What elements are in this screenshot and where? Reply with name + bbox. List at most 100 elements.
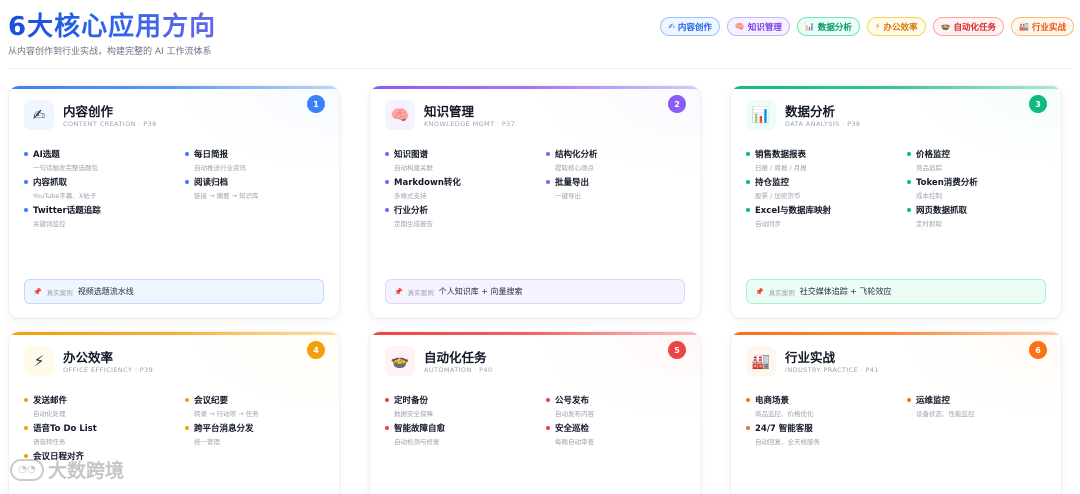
feature-item[interactable]: 价格监控 竞品追踪 [907, 148, 1057, 172]
feature-item[interactable]: 结构化分析 提取核心观点 [546, 148, 696, 172]
feature-name: 语音To Do List [33, 424, 97, 434]
feature-description: 转录 → 行动项 → 任务 [194, 410, 259, 418]
feature-list: 销售数据报表 日报 / 周报 / 月报 价格监控 竞品追踪 持仓监控 股票 / 加密货币 T… [746, 148, 1056, 228]
feature-item[interactable]: 知识图谱自动构建关联 [385, 148, 546, 172]
category-pills: ✍ 内容创作 🧠 知识管理 📊 数据分析 ⚡ 办公效率 🍲 自动化任务 🏭 行业实战 [660, 17, 1074, 36]
feature-name: Markdown转化 [394, 178, 461, 188]
feature-description: 自动检测与修复 [394, 438, 440, 446]
bullet-dot [385, 180, 389, 184]
feature-description: 每晚自动审查 [555, 438, 594, 446]
feature-item[interactable]: 销售数据报表日报 / 周报 / 月报 [746, 148, 907, 172]
category-pill[interactable]: 🍲 自动化任务 [932, 17, 1005, 36]
feature-item[interactable]: Excel与数据库映射 自动同步 [746, 204, 907, 228]
feature-item[interactable]: 跨平台消息分发 统一管理 [185, 422, 335, 446]
feature-description: 自动构建关联 [394, 164, 433, 172]
feature-item[interactable]: 持仓监控 股票 / 加密货币 [746, 176, 907, 200]
bullet-dot [746, 208, 750, 212]
category-card: 🏭 行业实战 INDUSTRY PRACTICE · P41 6 电商场景 商品监控、价格… [731, 332, 1061, 494]
card-title: 数据分析 [785, 104, 836, 119]
card-icon: ⚡ [24, 346, 54, 376]
feature-item[interactable]: 会议纪要 转录 → 行动项 → 任务 [185, 394, 335, 418]
feature-name: AI选题 [33, 150, 60, 160]
feature-item[interactable]: 每日简报 自动推送行业资讯 [185, 148, 335, 172]
feature-item[interactable]: 智能故障自愈 自动检测与修复 [385, 422, 546, 446]
card-subtitle: AUTOMATION · P40 [424, 366, 493, 374]
feature-description: 竞品追踪 [916, 164, 942, 172]
case-study-text: 个人知识库 + 向量搜索 [438, 287, 523, 296]
feature-description: 关键词监控 [33, 220, 66, 228]
feature-item[interactable]: 内容抓取 YouTube字幕、X帖子 [24, 176, 185, 200]
page-title: 6大核心应用方向 [8, 6, 216, 43]
feature-description: 股票 / 加密货币 [755, 192, 801, 200]
case-study-box[interactable]: 📌 真实案例 社交媒体追踪 + 飞轮效应 [746, 279, 1046, 304]
feature-name-row: AI选题 [24, 148, 185, 160]
feature-name-row: 知识图谱 [385, 148, 546, 160]
feature-name: 批量导出 [555, 178, 590, 188]
feature-item[interactable]: 安全巡检 每晚自动审查 [546, 422, 696, 446]
feature-item[interactable]: 网页数据抓取 定时抓取 [907, 204, 1057, 228]
feature-name-row: Markdown转化 [385, 176, 546, 188]
feature-item[interactable]: Token消费分析 成本控制 [907, 176, 1057, 200]
category-pill[interactable]: ✍ 内容创作 [660, 17, 720, 36]
feature-list: AI选题 一句话触发完整选题包 每日简报 自动推送行业资讯 内容抓取 YouTube字幕、… [24, 148, 334, 228]
bullet-dot [185, 426, 189, 430]
feature-name-row: Twitter话题追踪 [24, 204, 185, 216]
category-pill[interactable]: 🧠 知识管理 [726, 17, 790, 36]
watermark: ◔◔ 大数跨境 [10, 456, 124, 483]
bullet-dot [907, 208, 911, 212]
feature-item[interactable]: 阅读归档链接 → 摘要 → 知识库 [185, 176, 335, 200]
feature-name-row: 阅读归档 [185, 176, 335, 188]
feature-description: 数据安全保障 [394, 410, 433, 418]
feature-name: 内容抓取 [33, 178, 68, 188]
feature-item[interactable]: Markdown转化 多格式支持 [385, 176, 546, 200]
card-number-badge: 3 [1029, 95, 1047, 113]
feature-item[interactable]: 公号发布 自动发布内容 [546, 394, 696, 418]
feature-item[interactable]: 定时备份数据安全保障 [385, 394, 546, 418]
category-card: 🧠 知识管理 KNOWLEDGE MGMT · P37 2 知识图谱 自动构建关联 结构化分… [370, 86, 700, 318]
category-icon: ✍ [668, 22, 675, 31]
bullet-dot [746, 426, 750, 430]
feature-name-row: 24/7 智能客服 [746, 422, 907, 434]
bullet-dot [546, 426, 550, 430]
category-icon: 📊 [804, 22, 815, 31]
card-title: 知识管理 [424, 104, 475, 119]
bullet-dot [746, 398, 750, 402]
bullet-dot [746, 152, 750, 156]
feature-name-row: 定时备份 [385, 394, 546, 406]
feature-item[interactable]: 运维监控 设备状态、性能监控 [907, 394, 1057, 418]
feature-item[interactable]: AI选题 一句话触发完整选题包 [24, 148, 185, 172]
feature-description: 商品监控、价格优化 [755, 410, 814, 418]
card-icon: 🏭 [746, 346, 776, 376]
feature-description: 链接 → 摘要 → 知识库 [194, 192, 259, 200]
feature-name: 24/7 智能客服 [755, 424, 813, 434]
feature-name: 跨平台消息分发 [194, 424, 254, 434]
feature-description: 日报 / 周报 / 月报 [755, 164, 807, 172]
case-study-box[interactable]: 📌 真实案例 视频选题流水线 [24, 279, 324, 304]
feature-item[interactable]: 发送邮件 自动化处理 [24, 394, 185, 418]
header-divider [8, 68, 1072, 69]
feature-name-row: 公号发布 [546, 394, 696, 406]
feature-item[interactable]: 行业分析 定期生成报告 [385, 204, 546, 228]
bullet-dot [546, 152, 550, 156]
feature-name: 价格监控 [916, 150, 951, 160]
feature-item[interactable]: Twitter话题追踪关键词监控 [24, 204, 185, 228]
category-pill-label: 知识管理 [747, 22, 782, 33]
feature-name-row: 销售数据报表 [746, 148, 907, 160]
feature-item[interactable]: 24/7 智能客服 自动回复、全天候服务 [746, 422, 907, 446]
feature-description: 自动化处理 [33, 410, 66, 418]
card-title: 行业实战 [785, 350, 836, 365]
category-pill-label: 内容创作 [677, 22, 712, 33]
category-pill[interactable]: 🏭 行业实战 [1011, 17, 1074, 36]
watermark-text: 大数跨境 [48, 460, 125, 482]
bullet-dot [24, 208, 28, 212]
category-pill[interactable]: 📊 数据分析 [796, 17, 860, 36]
feature-item[interactable]: 批量导出 一键导出 [546, 176, 696, 200]
card-icon: 📊 [746, 100, 776, 130]
case-study-box[interactable]: 📌 真实案例 个人知识库 + 向量搜索 [385, 279, 685, 304]
feature-item[interactable]: 语音To Do List 语音转任务 [24, 422, 185, 446]
card-title: 内容创作 [63, 104, 114, 119]
category-card: 📊 数据分析 DATA ANALYSIS · P38 3 销售数据报表 日报 / 周报 /… [731, 86, 1061, 318]
feature-item[interactable]: 电商场景 商品监控、价格优化 [746, 394, 907, 418]
case-study-text: 视频选题流水线 [77, 287, 134, 296]
category-pill[interactable]: ⚡ 办公效率 [866, 17, 926, 36]
